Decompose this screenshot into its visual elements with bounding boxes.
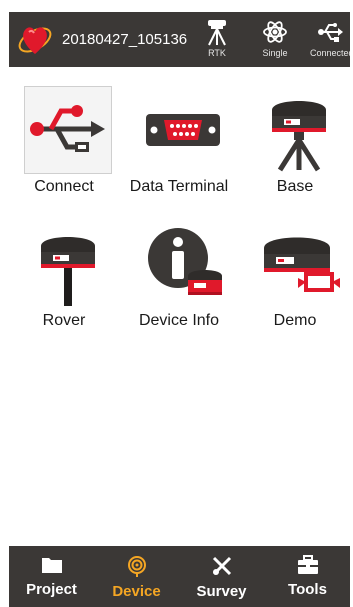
nav-device[interactable]: Device [94,546,179,607]
tile-rover-label: Rover [42,312,86,329]
tile-device-info-label: Device Info [138,312,220,329]
toolbox-icon [297,555,318,574]
tile-base[interactable]: Base [240,80,350,204]
folder-icon [41,558,62,573]
survey-tools-icon [212,556,231,576]
app-logo-icon[interactable] [15,19,55,59]
device-info-icon [139,220,227,308]
status-single-label: Single [262,48,288,58]
nav-project[interactable]: Project [9,546,94,607]
left-margin [0,0,9,607]
tile-demo-label: Demo [273,312,317,329]
tile-data-terminal-label: Data Terminal [129,178,229,195]
status-rtk-label: RTK [208,48,226,58]
usb-connect-icon [24,86,112,174]
base-receiver-icon [255,86,343,174]
top-bar: 20180427_105136 RTK Single Connected [9,12,350,67]
tile-base-label: Base [276,178,314,195]
tile-device-info[interactable]: Device Info [124,214,234,338]
nav-project-label: Project [26,581,77,598]
status-connected-label: Connected [310,48,350,58]
usb-icon [318,23,343,42]
status-connected[interactable]: Connected [310,16,350,64]
survey-tripod-icon [208,20,226,46]
rover-receiver-icon [24,220,112,308]
bottom-nav: Project Device Survey Tools [9,546,350,607]
tile-rover[interactable]: Rover [9,214,119,338]
tile-data-terminal[interactable]: Data Terminal [124,80,234,204]
tile-connect-label: Connect [34,178,94,195]
project-name: 20180427_105136 [62,31,188,48]
device-target-icon [127,556,146,577]
status-rtk[interactable]: RTK [195,16,239,64]
nav-device-label: Device [112,583,161,600]
nav-tools[interactable]: Tools [265,546,350,607]
serial-port-icon [139,86,227,174]
tile-connect[interactable]: Connect [9,80,119,204]
demo-receiver-icon [255,220,343,308]
nav-survey-label: Survey [196,583,247,600]
nav-survey[interactable]: Survey [179,546,264,607]
status-single[interactable]: Single [253,16,297,64]
atom-icon [263,21,287,43]
nav-tools-label: Tools [288,581,327,598]
tile-demo[interactable]: Demo [240,214,350,338]
